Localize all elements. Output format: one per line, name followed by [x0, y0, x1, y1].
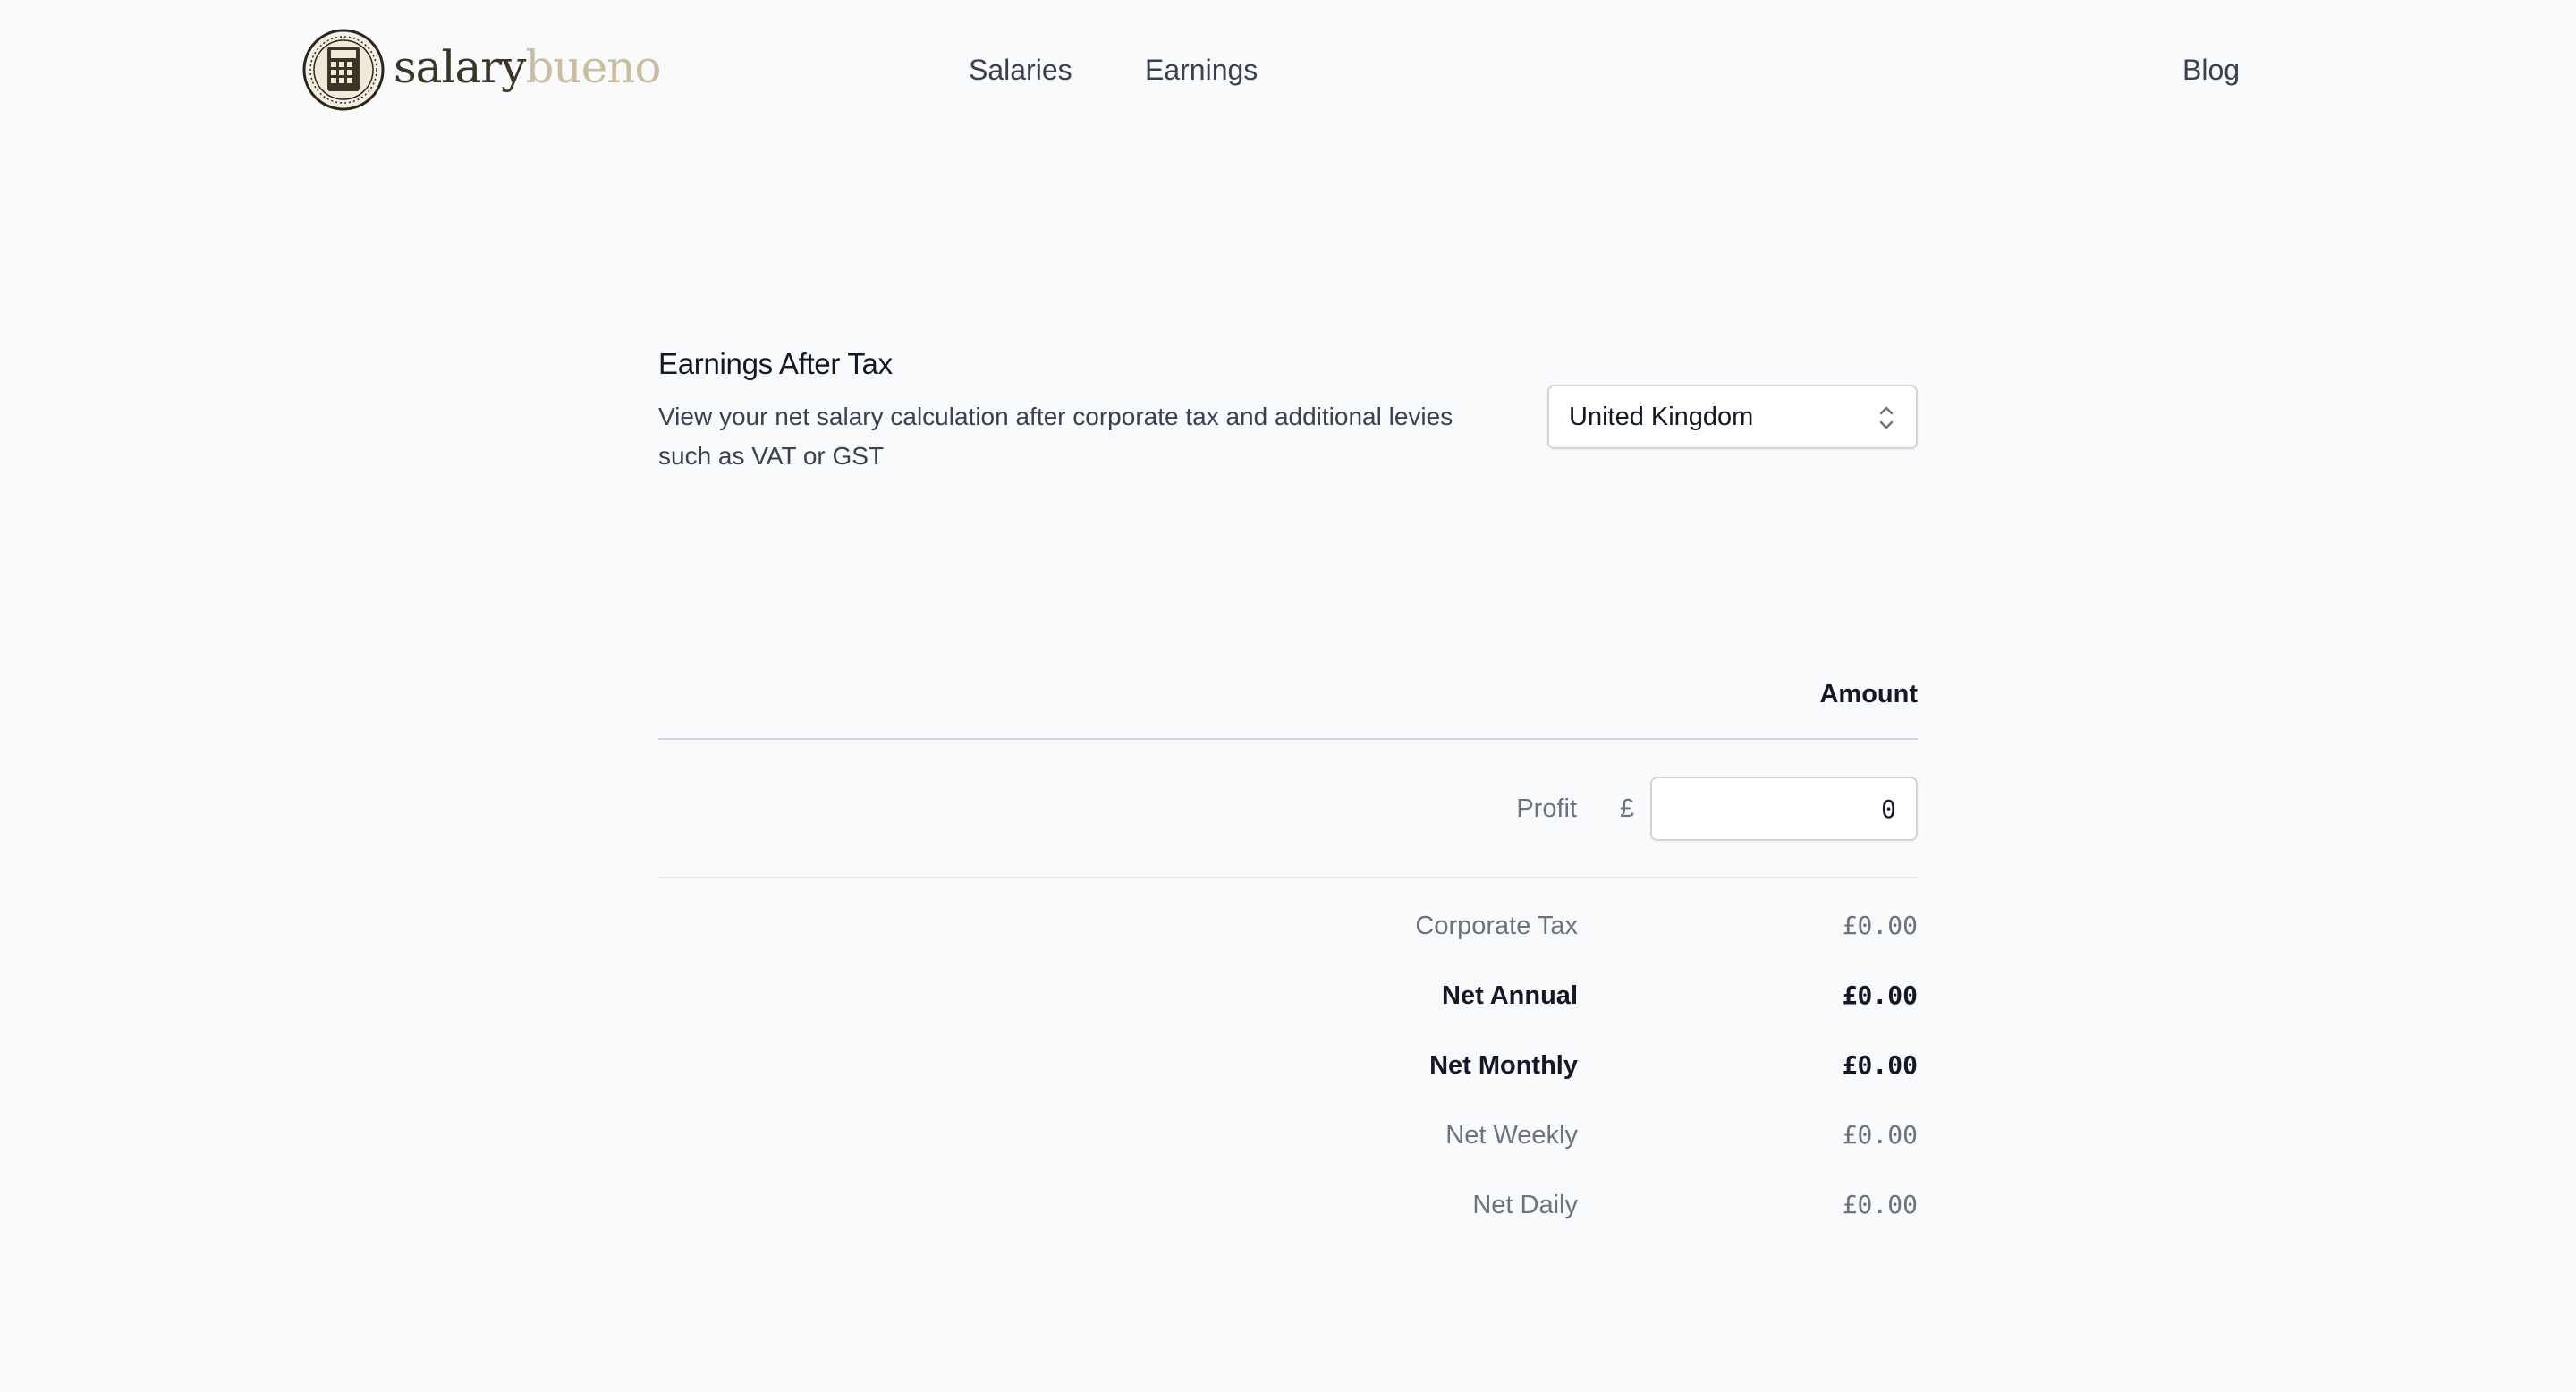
result-row-corporate-tax: Corporate Tax £0.00 — [658, 906, 1918, 946]
result-label: Net Annual — [1442, 981, 1578, 1010]
brand-logo-link[interactable]: salarybueno — [302, 29, 662, 111]
result-value: £0.00 — [1842, 1190, 1918, 1219]
profit-input[interactable] — [1650, 777, 1918, 841]
result-row-net-annual: Net Annual £0.00 — [658, 976, 1918, 1015]
page-description: View your net salary calculation after c… — [658, 403, 1453, 470]
page-title: Earnings After Tax — [658, 347, 893, 380]
input-divider — [658, 877, 1918, 878]
country-select[interactable]: United Kingdom — [1547, 385, 1918, 449]
result-row-net-weekly: Net Weekly £0.00 — [658, 1116, 1918, 1155]
result-value: £0.00 — [1842, 980, 1918, 1010]
nav-salaries-link[interactable]: Salaries — [969, 50, 1072, 89]
country-select-value: United Kingdom — [1569, 403, 1754, 431]
result-label: Corporate Tax — [1415, 912, 1578, 940]
result-row-net-monthly: Net Monthly £0.00 — [658, 1046, 1918, 1085]
result-row-net-daily: Net Daily £0.00 — [658, 1185, 1918, 1225]
result-label: Net Weekly — [1445, 1121, 1578, 1150]
result-value: £0.00 — [1842, 911, 1918, 940]
result-label: Net Monthly — [1429, 1051, 1578, 1080]
result-value: £0.00 — [1842, 1050, 1918, 1080]
nav-earnings-link[interactable]: Earnings — [1145, 50, 1258, 89]
brand-name-part1: salary — [394, 41, 526, 93]
table-header-divider — [658, 738, 1918, 740]
result-label: Net Daily — [1472, 1191, 1578, 1219]
chevron-up-down-icon — [1879, 406, 1894, 429]
profit-label: Profit — [1516, 794, 1577, 823]
calculator-seal-icon — [302, 29, 385, 111]
brand-wordmark: salarybueno — [394, 45, 662, 95]
amount-column-header: Amount — [1819, 680, 1918, 709]
brand-name-part2: bueno — [525, 41, 661, 93]
result-value: £0.00 — [1842, 1120, 1918, 1150]
currency-symbol: £ — [1620, 794, 1635, 823]
site-header: salarybueno Salaries Earnings Blog — [0, 0, 2576, 140]
nav-blog-link[interactable]: Blog — [2182, 50, 2240, 89]
